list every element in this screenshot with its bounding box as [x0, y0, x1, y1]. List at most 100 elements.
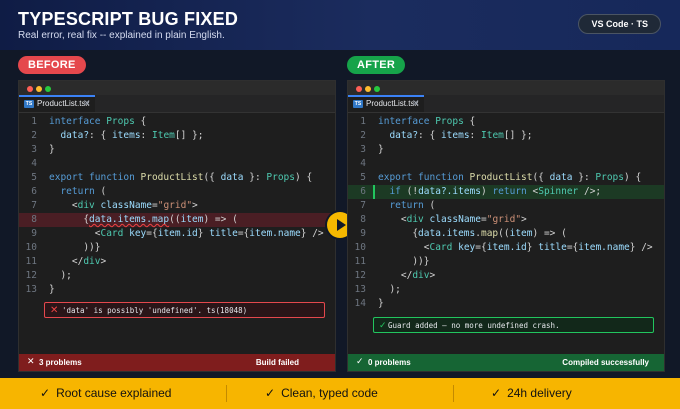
line-number: 2	[31, 130, 37, 141]
code-line: 7 <div className="grid">	[19, 199, 335, 213]
code-line: 4	[348, 157, 664, 171]
code-text: );	[378, 284, 401, 295]
close-tab-icon[interactable]: ✕	[412, 98, 420, 109]
line-number: 11	[25, 256, 37, 267]
editor-tabbar: TS ProductList.tsx ✕	[348, 95, 664, 113]
line-number: 6	[31, 186, 37, 197]
code-text: return (	[378, 200, 436, 211]
feature-bar: ✓ Root cause explained ✓ Clean, typed code…	[0, 378, 680, 409]
code-line: 10 ))}	[19, 241, 335, 255]
line-number: 11	[354, 256, 366, 267]
feature-label: Clean, typed code	[281, 386, 378, 400]
line-number: 5	[31, 172, 37, 183]
code-text: }	[49, 284, 55, 295]
code-line: 7 return (	[348, 199, 664, 213]
code-line: 5 export function ProductList({ data }: P…	[19, 171, 335, 185]
line-number: 1	[31, 116, 37, 127]
error-status-icon: ✕	[27, 357, 35, 367]
after-editor-window: TS ProductList.tsx ✕ 1 interface Props {2…	[347, 80, 665, 372]
code-line: 12 </div>	[348, 269, 664, 283]
check-icon: ✓	[379, 321, 387, 331]
line-number: 12	[25, 270, 37, 281]
line-number: 7	[360, 200, 366, 211]
line-number: 3	[360, 144, 366, 155]
line-number: 10	[25, 242, 37, 253]
file-tab[interactable]: TS ProductList.tsx ✕	[19, 95, 95, 112]
line-number: 13	[354, 284, 366, 295]
feature-label: 24h delivery	[507, 386, 572, 400]
code-text: <div className="grid">	[49, 200, 198, 211]
before-editor-window: TS ProductList.tsx ✕ 1 interface Props { 2…	[18, 80, 336, 372]
window-titlebar	[19, 81, 335, 95]
line-number: 5	[360, 172, 366, 183]
maximize-window-dot[interactable]	[374, 86, 380, 92]
code-text: {data.items.map((item) => (	[378, 228, 567, 239]
editor-tabbar: TS ProductList.tsx ✕	[19, 95, 335, 113]
problems-count[interactable]: 0 problems	[368, 354, 411, 371]
close-window-dot[interactable]	[356, 86, 362, 92]
file-tab[interactable]: TS ProductList.tsx ✕	[348, 95, 424, 112]
feature-label: Root cause explained	[56, 386, 172, 400]
code-text: data?: { items: Item[] };	[378, 130, 533, 141]
code-editor[interactable]: 1 interface Props {2 data?: { items: Item…	[348, 115, 664, 311]
code-text: export function ProductList({ data }: Pr…	[378, 172, 642, 183]
minimize-window-dot[interactable]	[365, 86, 371, 92]
page-subtitle: Real error, real fix -- explained in pla…	[18, 30, 225, 41]
code-text: </div>	[378, 270, 436, 281]
maximize-window-dot[interactable]	[45, 86, 51, 92]
page-title: TYPESCRIPT BUG FIXED	[18, 9, 239, 29]
code-text: interface Props {	[378, 116, 476, 127]
code-line: 2 data?: { items: Item[] };	[348, 129, 664, 143]
code-text: ))}	[49, 242, 101, 253]
code-line: 3}	[348, 143, 664, 157]
code-text: ))}	[378, 256, 430, 267]
line-number: 4	[31, 158, 37, 169]
code-text: {data.items.map((item) => (	[49, 214, 238, 225]
code-line: 13 );	[348, 283, 664, 297]
feature-item: ✓ Root cause explained	[40, 378, 171, 409]
problems-count[interactable]: 3 problems	[39, 354, 82, 371]
success-message: Guard added — no more undefined crash.	[388, 321, 560, 330]
line-number: 8	[360, 214, 366, 225]
code-text: <Card key={item.id} title={item.name} />	[378, 242, 653, 253]
code-text: }	[49, 144, 55, 155]
line-number: 7	[31, 200, 37, 211]
line-number: 9	[31, 228, 37, 239]
code-line: 11 </div>	[19, 255, 335, 269]
line-number: 3	[31, 144, 37, 155]
before-label: BEFORE	[18, 56, 86, 74]
error-callout: ✕ 'data' is possibly 'undefined'. ts(180…	[44, 302, 325, 318]
code-line: 14}	[348, 297, 664, 311]
code-line: 3}	[19, 143, 335, 157]
line-number: 10	[354, 242, 366, 253]
error-code-line: 8 {data.items.map((item) => (	[19, 213, 335, 227]
code-line: 8 <div className="grid">	[348, 213, 664, 227]
close-tab-icon[interactable]: ✕	[83, 98, 91, 109]
check-status-icon: ✓	[356, 357, 364, 367]
error-icon: ✕	[50, 305, 59, 316]
code-line: 1 interface Props {	[19, 115, 335, 129]
divider	[453, 385, 454, 402]
line-number: 4	[360, 158, 366, 169]
minimize-window-dot[interactable]	[36, 86, 42, 92]
code-line: 11 ))}	[348, 255, 664, 269]
status-bar: ✕ 3 problems Build failed	[19, 354, 335, 371]
close-window-dot[interactable]	[27, 86, 33, 92]
check-icon: ✓	[265, 386, 276, 400]
code-text: interface Props {	[49, 116, 147, 127]
success-callout: ✓ Guard added — no more undefined crash.	[373, 317, 654, 333]
code-line: 1 interface Props {	[348, 115, 664, 129]
code-line: 12 );	[19, 269, 335, 283]
code-line: 13}	[19, 283, 335, 297]
line-number: 9	[360, 228, 366, 239]
line-number: 13	[25, 284, 37, 295]
code-editor[interactable]: 1 interface Props {2 data?: { items: Item…	[19, 115, 335, 297]
code-line: 9 {data.items.map((item) => (	[348, 227, 664, 241]
divider	[226, 385, 227, 402]
tab-filename: ProductList.tsx	[37, 99, 90, 108]
line-number: 2	[360, 130, 366, 141]
check-icon: ✓	[40, 386, 51, 400]
code-text: }	[378, 144, 384, 155]
feature-item: ✓ Clean, typed code	[265, 378, 378, 409]
code-text: <div className="grid">	[378, 214, 527, 225]
